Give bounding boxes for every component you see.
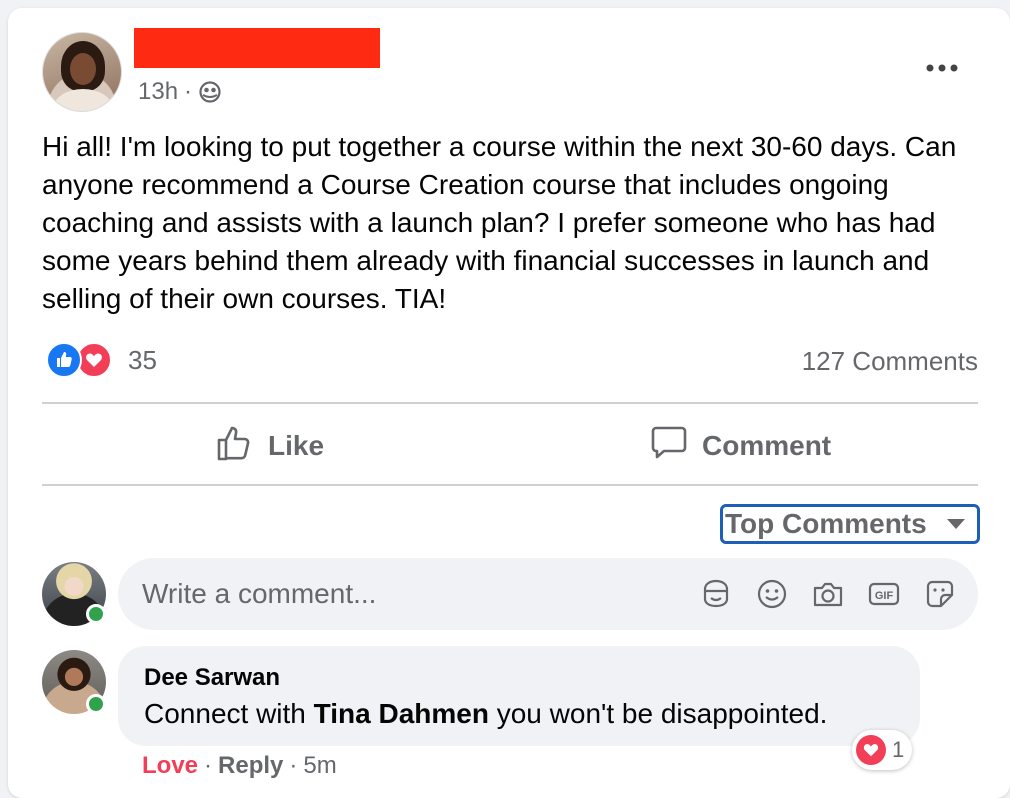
reaction-count: 35 (128, 344, 157, 375)
redacted-author-name (134, 28, 380, 68)
divider (42, 484, 978, 486)
comment-bubble: Dee Sarwan Connect with Tina Dahmen you … (118, 646, 920, 746)
caret-down-icon (946, 519, 965, 529)
reaction-summary[interactable]: 35 (46, 342, 157, 378)
comment-text-prefix: Connect with (144, 698, 314, 729)
action-separator: · (204, 752, 213, 779)
comment-reaction-summary[interactable]: 1 (852, 730, 913, 770)
emoji-icon[interactable] (754, 576, 790, 612)
comment-bubble-icon (650, 424, 688, 469)
comment-sort-dropdown[interactable]: Top Comments (720, 504, 980, 544)
like-button[interactable]: Like (216, 418, 324, 474)
love-reaction-button[interactable]: Love (142, 752, 198, 780)
comment-text-suffix: you won't be disappointed. (488, 698, 828, 729)
comment-time[interactable]: 5m (303, 752, 336, 780)
reply-button[interactable]: Reply (218, 752, 283, 780)
comment-reaction-count: 1 (892, 737, 905, 762)
author-avatar[interactable] (42, 32, 122, 112)
comment-button[interactable]: Comment (650, 418, 831, 474)
comment-composer[interactable]: GIF (118, 558, 978, 630)
comments-count-link[interactable]: 127 Comments (802, 346, 978, 377)
comment-actions: Love · Reply · 5m (142, 752, 337, 780)
online-status-indicator (86, 694, 106, 714)
divider (42, 402, 978, 404)
composer-tools: GIF (698, 576, 958, 612)
like-label: Like (268, 430, 325, 461)
action-separator: · (289, 752, 298, 779)
sticker-icon[interactable] (922, 576, 958, 612)
comment-label: Comment (702, 430, 832, 461)
gif-icon[interactable]: GIF (866, 576, 902, 612)
post-timestamp[interactable]: 13h (138, 78, 178, 106)
like-reaction-icon (46, 342, 82, 378)
avatar-sticker-icon[interactable] (698, 576, 734, 612)
globe-icon[interactable] (198, 80, 222, 104)
post-meta: 13h · (138, 78, 222, 106)
meta-separator: · (184, 78, 193, 105)
svg-text:GIF: GIF (875, 590, 894, 602)
comment-input[interactable] (142, 576, 662, 612)
comment-text: Connect with Tina Dahmen you won't be di… (144, 698, 827, 730)
online-status-indicator (86, 604, 106, 624)
mention-link[interactable]: Tina Dahmen (314, 698, 489, 729)
comment-author-name[interactable]: Dee Sarwan (144, 664, 280, 692)
love-reaction-icon (856, 735, 886, 765)
sort-label: Top Comments (725, 508, 927, 539)
thumbs-up-icon (216, 424, 254, 469)
camera-icon[interactable] (810, 576, 846, 612)
post-body-text: Hi all! I'm looking to put together a co… (42, 131, 957, 314)
more-options-icon[interactable] (922, 56, 962, 80)
